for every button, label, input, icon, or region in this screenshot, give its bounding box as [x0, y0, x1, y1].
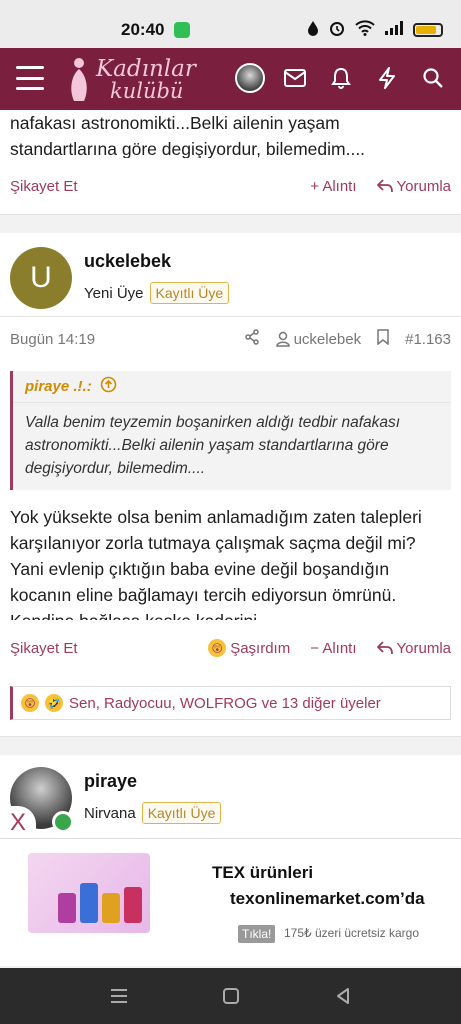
user-rank: Nirvana: [84, 804, 136, 822]
share-icon[interactable]: [244, 329, 260, 349]
user-avatar[interactable]: [235, 63, 265, 93]
post-username[interactable]: uckelebek: [84, 251, 229, 272]
header-actions: [235, 62, 449, 94]
surprised-emoji-icon: 😲: [208, 639, 227, 657]
reaction-button[interactable]: 😲 Şaşırdım: [208, 639, 290, 657]
post-meta: Bugün 14:19 uckelebek #1.163: [0, 317, 461, 361]
reply-label: Yorumla: [396, 639, 451, 657]
surprised-emoji-icon: 😲: [21, 694, 39, 712]
post-body: Yok yüksekte olsa benim anlamadığım zate…: [10, 507, 422, 620]
previous-post-actions: Şikayet Et + Alıntı Yorumla: [0, 158, 461, 214]
back-icon[interactable]: [332, 985, 354, 1007]
recents-icon[interactable]: [108, 985, 130, 1007]
ad-close-button[interactable]: X: [0, 806, 36, 840]
author-ref-label: uckelebek: [293, 330, 362, 348]
home-icon[interactable]: [220, 985, 242, 1007]
logo-text-line2: kulübü: [110, 79, 184, 103]
reply-icon: [376, 641, 393, 655]
reply-label: Yorumla: [396, 177, 451, 195]
site-header: Kadınlar kulübü: [0, 48, 461, 110]
online-status-icon: [52, 811, 74, 833]
thread-content: nafakası astronomikti...Belki ailenin ya…: [0, 110, 461, 845]
menu-icon[interactable]: [16, 66, 44, 90]
bookmark-icon[interactable]: [377, 329, 389, 349]
post-username[interactable]: piraye: [84, 771, 221, 792]
reactions-summary-text: Sen, Radyocuu, WOLFROG ve 13 diğer üyele…: [69, 694, 381, 712]
post-1163: U uckelebek Yeni Üye Kayıtlı Üye Bugün 1…: [0, 233, 461, 737]
previous-post: nafakası astronomikti...Belki ailenin ya…: [0, 110, 461, 215]
messages-icon[interactable]: [279, 62, 311, 94]
post-user-block: U uckelebek Yeni Üye Kayıtlı Üye: [0, 233, 461, 317]
ad-cta[interactable]: Tıkla!: [238, 925, 276, 943]
user-icon: [275, 331, 290, 347]
quote-button[interactable]: − Alıntı: [310, 640, 356, 657]
reaction-label: Şaşırdım: [230, 639, 291, 657]
user-rank: Yeni Üye: [84, 284, 144, 302]
signal-icon: [385, 21, 403, 38]
alarm-icon: [329, 20, 345, 39]
notification-app-icon: [174, 22, 190, 38]
author-ref[interactable]: uckelebek: [275, 330, 362, 348]
quote-jump-icon[interactable]: [100, 376, 117, 397]
laughing-emoji-icon: 🤣: [45, 694, 63, 712]
wifi-icon: [355, 20, 375, 39]
status-time: 20:40: [121, 20, 165, 39]
quote-button[interactable]: + Alıntı: [310, 178, 356, 195]
bell-icon[interactable]: [325, 62, 357, 94]
member-badge: Kayıtlı Üye: [149, 282, 230, 304]
post-number[interactable]: #1.163: [405, 331, 451, 348]
reply-icon: [376, 179, 393, 193]
data-saver-icon: [307, 20, 319, 39]
reply-button[interactable]: Yorumla: [376, 639, 451, 657]
ad-image[interactable]: [28, 853, 150, 933]
quote-author[interactable]: piraye .!.:: [25, 378, 92, 395]
avatar[interactable]: U: [10, 247, 72, 309]
report-link[interactable]: Şikayet Et: [10, 178, 78, 195]
ad-subtitle: texonlinemarket.com’da: [230, 889, 425, 908]
blockquote: piraye .!.: Valla benim teyzemin boşanir…: [10, 371, 451, 490]
logo-figure-icon: [71, 58, 87, 101]
battery-icon: [413, 22, 443, 37]
status-bar: 20:40: [0, 0, 461, 48]
post-time[interactable]: Bugün 14:19: [10, 331, 95, 348]
ad-title: TEX ürünleri: [212, 863, 314, 882]
report-link[interactable]: Şikayet Et: [10, 640, 78, 657]
quote-text: Valla benim teyzemin boşanirken aldığı t…: [25, 414, 401, 477]
post-actions: Şikayet Et 😲 Şaşırdım − Alıntı Yorumla: [0, 620, 461, 676]
reactions-summary[interactable]: 😲 🤣 Sen, Radyocuu, WOLFROG ve 13 diğer ü…: [10, 686, 451, 720]
previous-post-text: nafakası astronomikti...Belki ailenin ya…: [10, 113, 366, 158]
reply-button[interactable]: Yorumla: [376, 177, 451, 195]
site-logo[interactable]: Kadınlar kulübü: [64, 54, 224, 106]
ad-note: 175₺ üzeri ücretsiz kargo: [284, 926, 420, 940]
member-badge: Kayıtlı Üye: [141, 802, 222, 824]
next-post-user-block: piraye Nirvana Kayıtlı Üye: [0, 755, 461, 845]
search-icon[interactable]: [417, 62, 449, 94]
ad-banner[interactable]: TEX ürünleri texonlinemarket.com’da Tıkl…: [0, 838, 461, 966]
system-nav-bar: [0, 968, 461, 1024]
status-icons: [307, 20, 443, 39]
lightning-icon[interactable]: [371, 62, 403, 94]
